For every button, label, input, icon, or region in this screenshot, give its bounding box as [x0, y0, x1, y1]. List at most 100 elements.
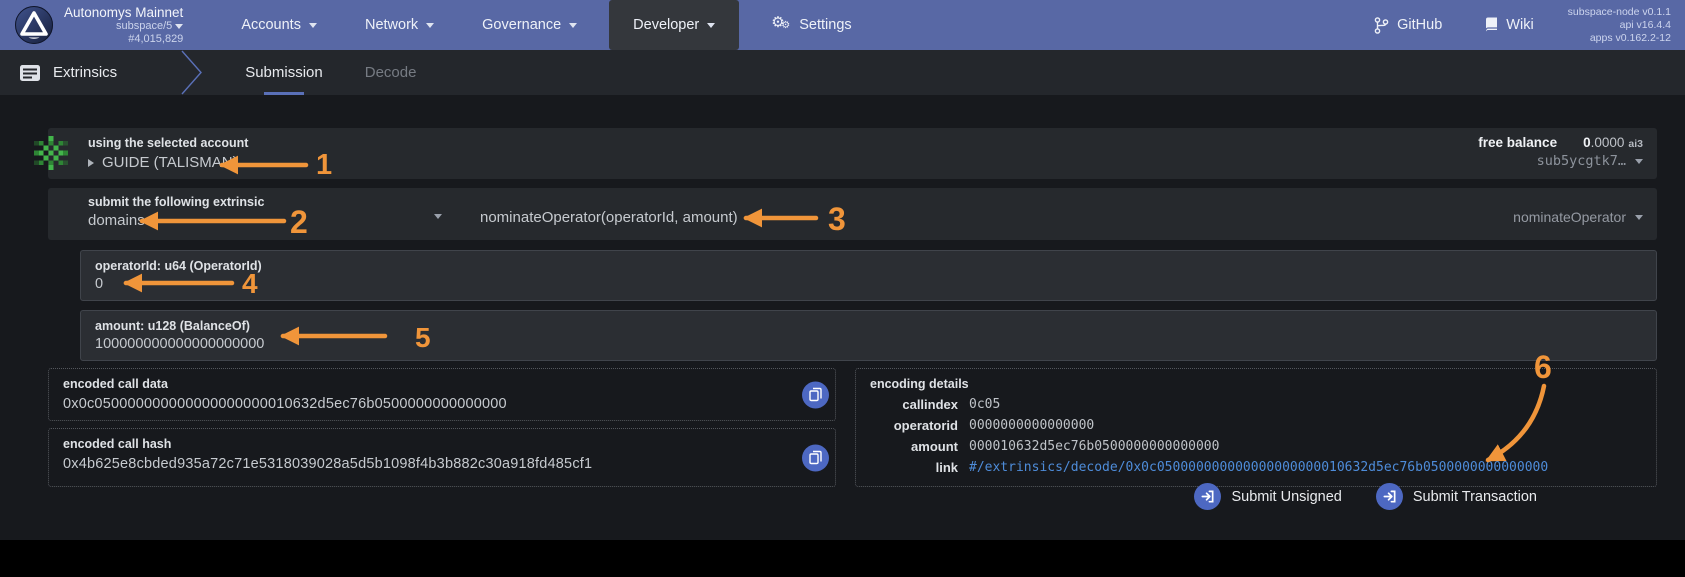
method-select-value: nominateOperator: [1513, 209, 1626, 225]
sign-in-icon: [1375, 483, 1403, 510]
menu-network[interactable]: Network: [341, 0, 458, 50]
copy-call-hash-button[interactable]: [802, 444, 829, 471]
encoding-details-label: encoding details: [870, 377, 969, 391]
detail-row-amount: amount 000010632d5ec76b0500000000000000: [870, 439, 1642, 454]
section-select[interactable]: submit the following extrinsic domains: [88, 195, 264, 229]
chevron-down-icon: [1635, 214, 1643, 220]
chevron-down-icon[interactable]: [1635, 158, 1643, 164]
api-version: api v16.4.4: [1619, 18, 1671, 31]
apps-version: apps v0.162.2-12: [1589, 31, 1671, 44]
method-select[interactable]: nominateOperator: [1513, 209, 1643, 225]
submit-transaction-label: Submit Transaction: [1412, 488, 1537, 505]
balance-unit: ai3: [1628, 138, 1643, 150]
chevron-down-icon[interactable]: [434, 214, 442, 219]
method-signature[interactable]: nominateOperator(operatorId, amount): [480, 209, 738, 226]
account-select-label: using the selected account: [88, 136, 249, 150]
decode-link[interactable]: #/extrinsics/decode/0x0c0500000000000000…: [969, 460, 1548, 475]
tab-decode-label: Decode: [364, 64, 417, 81]
wiki-label: Wiki: [1506, 17, 1534, 33]
submit-actions: Submit Unsigned Submit Transaction: [1194, 483, 1537, 510]
encoded-call-data-box: encoded call data 0x0c050000000000000000…: [48, 368, 836, 421]
menu-accounts[interactable]: Accounts: [217, 0, 341, 50]
param-operatorid: operatorId: u64 (OperatorId) 0: [80, 250, 1657, 301]
detail-row-operatorid: operatorid 0000000000000000: [870, 418, 1642, 433]
brand-block: Autonomys Mainnet subspace/5 #4,015,829: [64, 5, 184, 45]
network-title: Autonomys Mainnet: [64, 5, 184, 21]
detail-value: 0c05: [969, 397, 1001, 412]
github-link[interactable]: GitHub: [1358, 16, 1458, 34]
param-operatorid-input[interactable]: 0: [95, 276, 1656, 292]
tab-decode[interactable]: Decode: [365, 50, 417, 95]
encoded-column: encoded call data 0x0c050000000000000000…: [48, 368, 836, 487]
detail-value: 0000000000000000: [969, 418, 1095, 433]
menu-governance-label: Governance: [482, 17, 562, 33]
detail-row-link: link #/extrinsics/decode/0x0c05000000000…: [870, 460, 1642, 475]
detail-value: 000010632d5ec76b0500000000000000: [969, 439, 1220, 454]
section-select-value[interactable]: domains: [88, 212, 264, 229]
menu-developer[interactable]: Developer: [609, 0, 740, 50]
copy-icon: [809, 387, 822, 402]
detail-row-callindex: callindex 0c05: [870, 397, 1642, 412]
node-version: subspace-node v0.1.1: [1567, 5, 1671, 18]
menu-accounts-label: Accounts: [241, 17, 301, 33]
book-icon: [1485, 17, 1498, 32]
param-amount-input[interactable]: 100000000000000000000: [95, 336, 1656, 352]
encoded-call-hash-label: encoded call hash: [63, 437, 172, 451]
chevron-down-icon: [707, 22, 716, 28]
extrinsics-icon: [20, 64, 40, 81]
free-balance-label: free balance: [1478, 135, 1558, 150]
menu-developer-label: Developer: [633, 17, 700, 33]
copy-call-data-button[interactable]: [802, 381, 829, 408]
detail-label: callindex: [902, 397, 958, 412]
extrinsic-select-row: submit the following extrinsic domains n…: [48, 188, 1657, 240]
best-block-number: #4,015,829: [128, 32, 184, 45]
menu-network-label: Network: [364, 17, 419, 33]
sign-in-icon: [1194, 483, 1222, 510]
detail-label: amount: [911, 439, 958, 454]
chain-selector[interactable]: subspace/5: [64, 20, 184, 32]
chevron-down-icon: [569, 22, 578, 28]
submit-unsigned-label: Submit Unsigned: [1231, 488, 1342, 505]
main-content: using the selected account GUIDE (TALISM…: [0, 95, 1685, 577]
outputs-region: encoded call data 0x0c050000000000000000…: [48, 368, 1657, 487]
encoded-call-data-value: 0x0c050000000000000000000010632d5ec76b05…: [63, 396, 507, 412]
section-title: Extrinsics: [53, 64, 118, 81]
menu-settings[interactable]: ⚙ ⚙ Settings: [747, 0, 875, 50]
top-navbar: Autonomys Mainnet subspace/5 #4,015,829 …: [0, 0, 1685, 50]
autonomys-logo-icon[interactable]: [14, 5, 54, 45]
param-amount-label: amount: u128 (BalanceOf): [95, 319, 250, 333]
account-name[interactable]: GUIDE (TALISMAN): [102, 154, 238, 171]
menu-settings-label: Settings: [799, 17, 852, 33]
account-select-left: using the selected account GUIDE (TALISM…: [88, 136, 248, 171]
main-menu: Accounts Network Governance Developer ⚙ …: [217, 0, 875, 50]
tab-bar: Extrinsics Submission Decode: [0, 50, 1685, 95]
extrinsic-select-label: submit the following extrinsic: [88, 195, 265, 209]
balance-decimals: .0000: [1590, 135, 1625, 150]
detail-label: link: [935, 460, 958, 475]
detail-label: operatorid: [893, 418, 958, 433]
wiki-link[interactable]: Wiki: [1468, 17, 1549, 33]
account-select[interactable]: using the selected account GUIDE (TALISM…: [34, 128, 1657, 179]
tab-submission[interactable]: Submission: [245, 50, 323, 95]
chevron-down-icon: [308, 22, 317, 28]
menu-governance[interactable]: Governance: [458, 0, 601, 50]
extrinsics-page: Autonomys Mainnet subspace/5 #4,015,829 …: [0, 0, 1685, 577]
account-identicon: [34, 136, 68, 170]
submit-transaction-button[interactable]: Submit Transaction: [1375, 483, 1537, 510]
encoded-call-hash-box: encoded call hash 0x4b625e8cbded935a72c7…: [48, 428, 836, 487]
bottom-black-strip: [0, 540, 1685, 577]
param-amount: amount: u128 (BalanceOf) 100000000000000…: [80, 310, 1657, 361]
encoded-call-hash-value: 0x4b625e8cbded935a72c71e5318039028a5d5b1…: [63, 456, 593, 472]
version-info: subspace-node v0.1.1 api v16.4.4 apps v0…: [1568, 6, 1671, 45]
expander-right-icon[interactable]: [88, 158, 94, 167]
external-links: GitHub Wiki: [1358, 16, 1550, 34]
copy-icon: [809, 450, 822, 465]
breadcrumb-chevron: [181, 50, 203, 95]
chevron-down-icon: [175, 24, 184, 30]
encoded-call-data-label: encoded call data: [63, 377, 168, 391]
encoding-details-box: encoding details callindex 0c05 operator…: [855, 368, 1657, 487]
account-balance-block: free balance 0.0000 ai3 sub5ycgtk7…: [1478, 135, 1643, 169]
submit-unsigned-button[interactable]: Submit Unsigned: [1194, 483, 1342, 510]
chevron-down-icon: [426, 22, 435, 28]
param-operatorid-label: operatorId: u64 (OperatorId): [95, 259, 262, 273]
